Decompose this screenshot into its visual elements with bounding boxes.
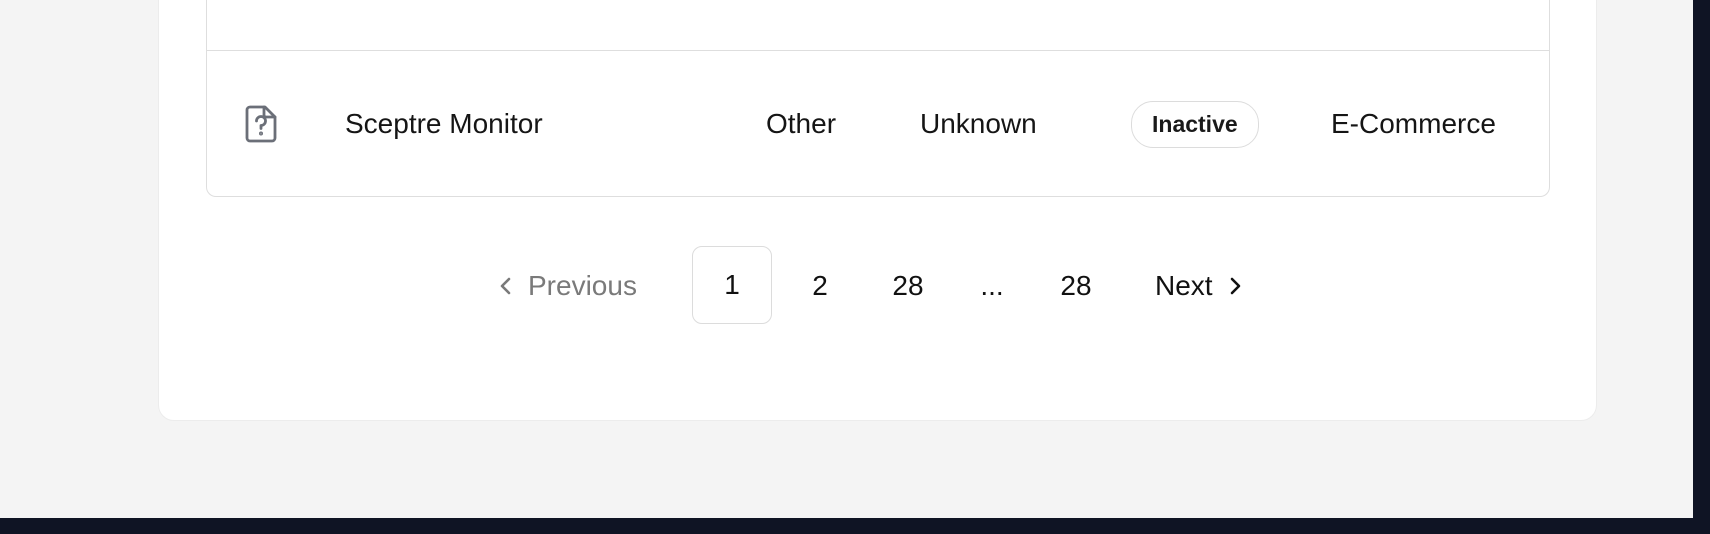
next-page-button[interactable]: Next <box>1155 246 1243 326</box>
chevron-right-icon <box>1227 274 1243 298</box>
page-button-1[interactable]: 1 <box>692 246 772 324</box>
chevron-left-icon <box>498 274 514 298</box>
page-button-last[interactable]: 28 <box>1048 246 1104 326</box>
page-button-2[interactable]: 2 <box>800 246 840 326</box>
file-question-icon <box>243 51 283 197</box>
previous-page-button[interactable]: Previous <box>498 246 637 326</box>
page-button-28[interactable]: 28 <box>880 246 936 326</box>
previous-label: Previous <box>528 270 637 301</box>
status-cell: Inactive <box>1131 51 1259 197</box>
asset-name: Sceptre Monitor <box>345 108 543 139</box>
next-label: Next <box>1155 270 1213 301</box>
asset-type: Other <box>766 108 837 139</box>
assets-table: Sceptre Monitor Other Unknown Inactive E… <box>206 0 1550 197</box>
asset-warranty: Unknown <box>920 108 1037 139</box>
status-badge: Inactive <box>1131 100 1259 148</box>
pagination-ellipsis: ... <box>980 270 1004 301</box>
table-row[interactable]: Sceptre Monitor Other Unknown Inactive E… <box>207 51 1549 197</box>
asset-department: E-Commerce <box>1331 108 1496 139</box>
